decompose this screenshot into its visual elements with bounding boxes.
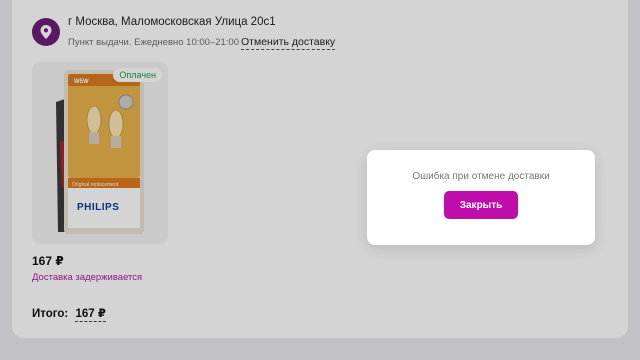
- close-button[interactable]: Закрыть: [444, 191, 518, 219]
- error-message: Ошибка при отмене доставки: [412, 171, 550, 182]
- page: г Москва, Маломосковская Улица 20с1 Пунк…: [0, 0, 640, 360]
- error-dialog: Ошибка при отмене доставки Закрыть: [367, 150, 595, 245]
